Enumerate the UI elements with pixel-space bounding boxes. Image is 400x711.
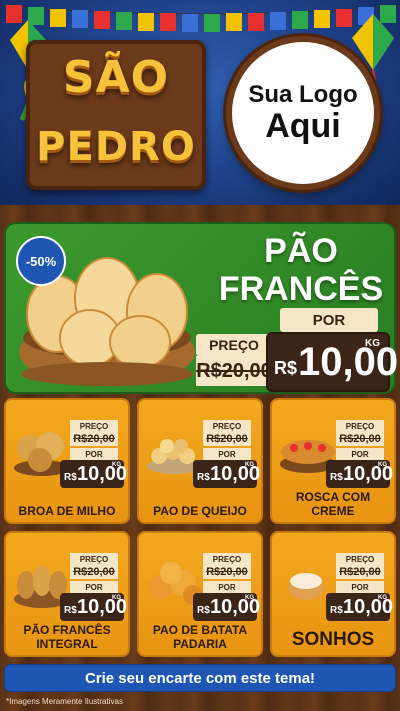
unit: KG [112,595,121,601]
por-label: POR [70,581,118,593]
product-card[interactable]: PREÇO R$20,00 POR R$ 10,00 KG PÃO FRANCÊ… [4,531,130,657]
por-label: POR [336,448,384,460]
por-label: POR [336,581,384,593]
new-price-box: R$ 10,00 KG [326,460,393,488]
por-label: POR [70,448,118,460]
old-price: R$20,00 [336,432,384,446]
title-sao: SÃO [62,52,170,103]
logo-placeholder[interactable]: Sua Logo Aqui [226,36,380,190]
old-price: R$20,00 [70,432,118,446]
hero-name-line2: FRANCÊS [218,270,384,308]
preco-label: PREÇO [203,553,251,565]
old-price: R$20,00 [336,565,384,579]
product-card[interactable]: PREÇO R$20,00 POR R$ 10,00 KG SONHOS [270,531,396,657]
logo-text-line2: Aqui [265,106,341,145]
unit: KG [378,462,387,468]
hero-product-name: PÃO FRANCÊS [211,232,391,308]
new-price-box: R$ 10,00 KG [60,460,127,488]
create-flyer-button[interactable]: Crie seu encarte com este tema! [4,664,396,692]
old-price: R$20,00 [203,565,251,579]
hero-new-price-box: R$ 10,00 KG [266,332,398,392]
product-name: PAO DE QUEIJO [153,504,247,518]
product-name: PÃO FRANCÊS INTEGRAL [23,623,111,651]
title-pedro: PEDRO [36,124,196,170]
product-name: PAO DE BATATA PADARIA [152,623,248,651]
preco-label: PREÇO [203,420,251,432]
por-label: POR [203,581,251,593]
currency: R$ [64,605,77,616]
preco-label: PREÇO [336,553,384,565]
product-card[interactable]: PREÇO R$20,00 POR R$ 10,00 KG BROA DE MI… [4,398,130,524]
hero-currency: R$ [274,358,298,378]
hero-preco-label: PREÇO [196,334,272,356]
preco-label: PREÇO [70,553,118,565]
logo-text-line1: Sua Logo [248,80,358,108]
header-banner: SÃO PEDRO Sua Logo Aqui [0,0,400,215]
product-name: SONHOS [291,629,375,650]
new-price-box: R$ 10,00 KG [193,460,260,488]
sao-pedro-title-board: SÃO PEDRO [26,40,206,190]
preco-label: PREÇO [70,420,118,432]
old-price: R$20,00 [203,432,251,446]
product-card[interactable]: PREÇO R$20,00 POR R$ 10,00 KG ROSCA COM … [270,398,396,524]
old-price: R$20,00 [70,565,118,579]
hero-por-label: POR [280,308,378,332]
hero-unit: KG [365,338,380,349]
unit: KG [245,595,254,601]
currency: R$ [64,472,77,483]
hero-new-price: 10,00 [298,340,399,384]
hero-name-line1: PÃO [264,232,338,270]
discount-badge: -50% [16,236,66,286]
unit: KG [378,595,387,601]
disclaimer-text: *Imagens Meramente Ilustrativas [6,697,123,706]
currency: R$ [197,605,210,616]
product-name: BROA DE MILHO [18,504,116,518]
currency: R$ [330,605,343,616]
product-name: ROSCA COM CREME [295,490,371,518]
new-price-box: R$ 10,00 KG [60,593,127,621]
new-price-box: R$ 10,00 KG [326,593,393,621]
product-card[interactable]: PREÇO R$20,00 POR R$ 10,00 KG PAO DE QUE… [137,398,263,524]
new-price-box: R$ 10,00 KG [193,593,260,621]
hero-old-price: R$20,00 [196,356,272,386]
festive-bunting-icon [0,5,400,32]
por-label: POR [203,448,251,460]
product-card[interactable]: PREÇO R$20,00 POR R$ 10,00 KG PAO DE BAT… [137,531,263,657]
unit: KG [112,462,121,468]
currency: R$ [197,472,210,483]
currency: R$ [330,472,343,483]
preco-label: PREÇO [336,420,384,432]
unit: KG [245,462,254,468]
